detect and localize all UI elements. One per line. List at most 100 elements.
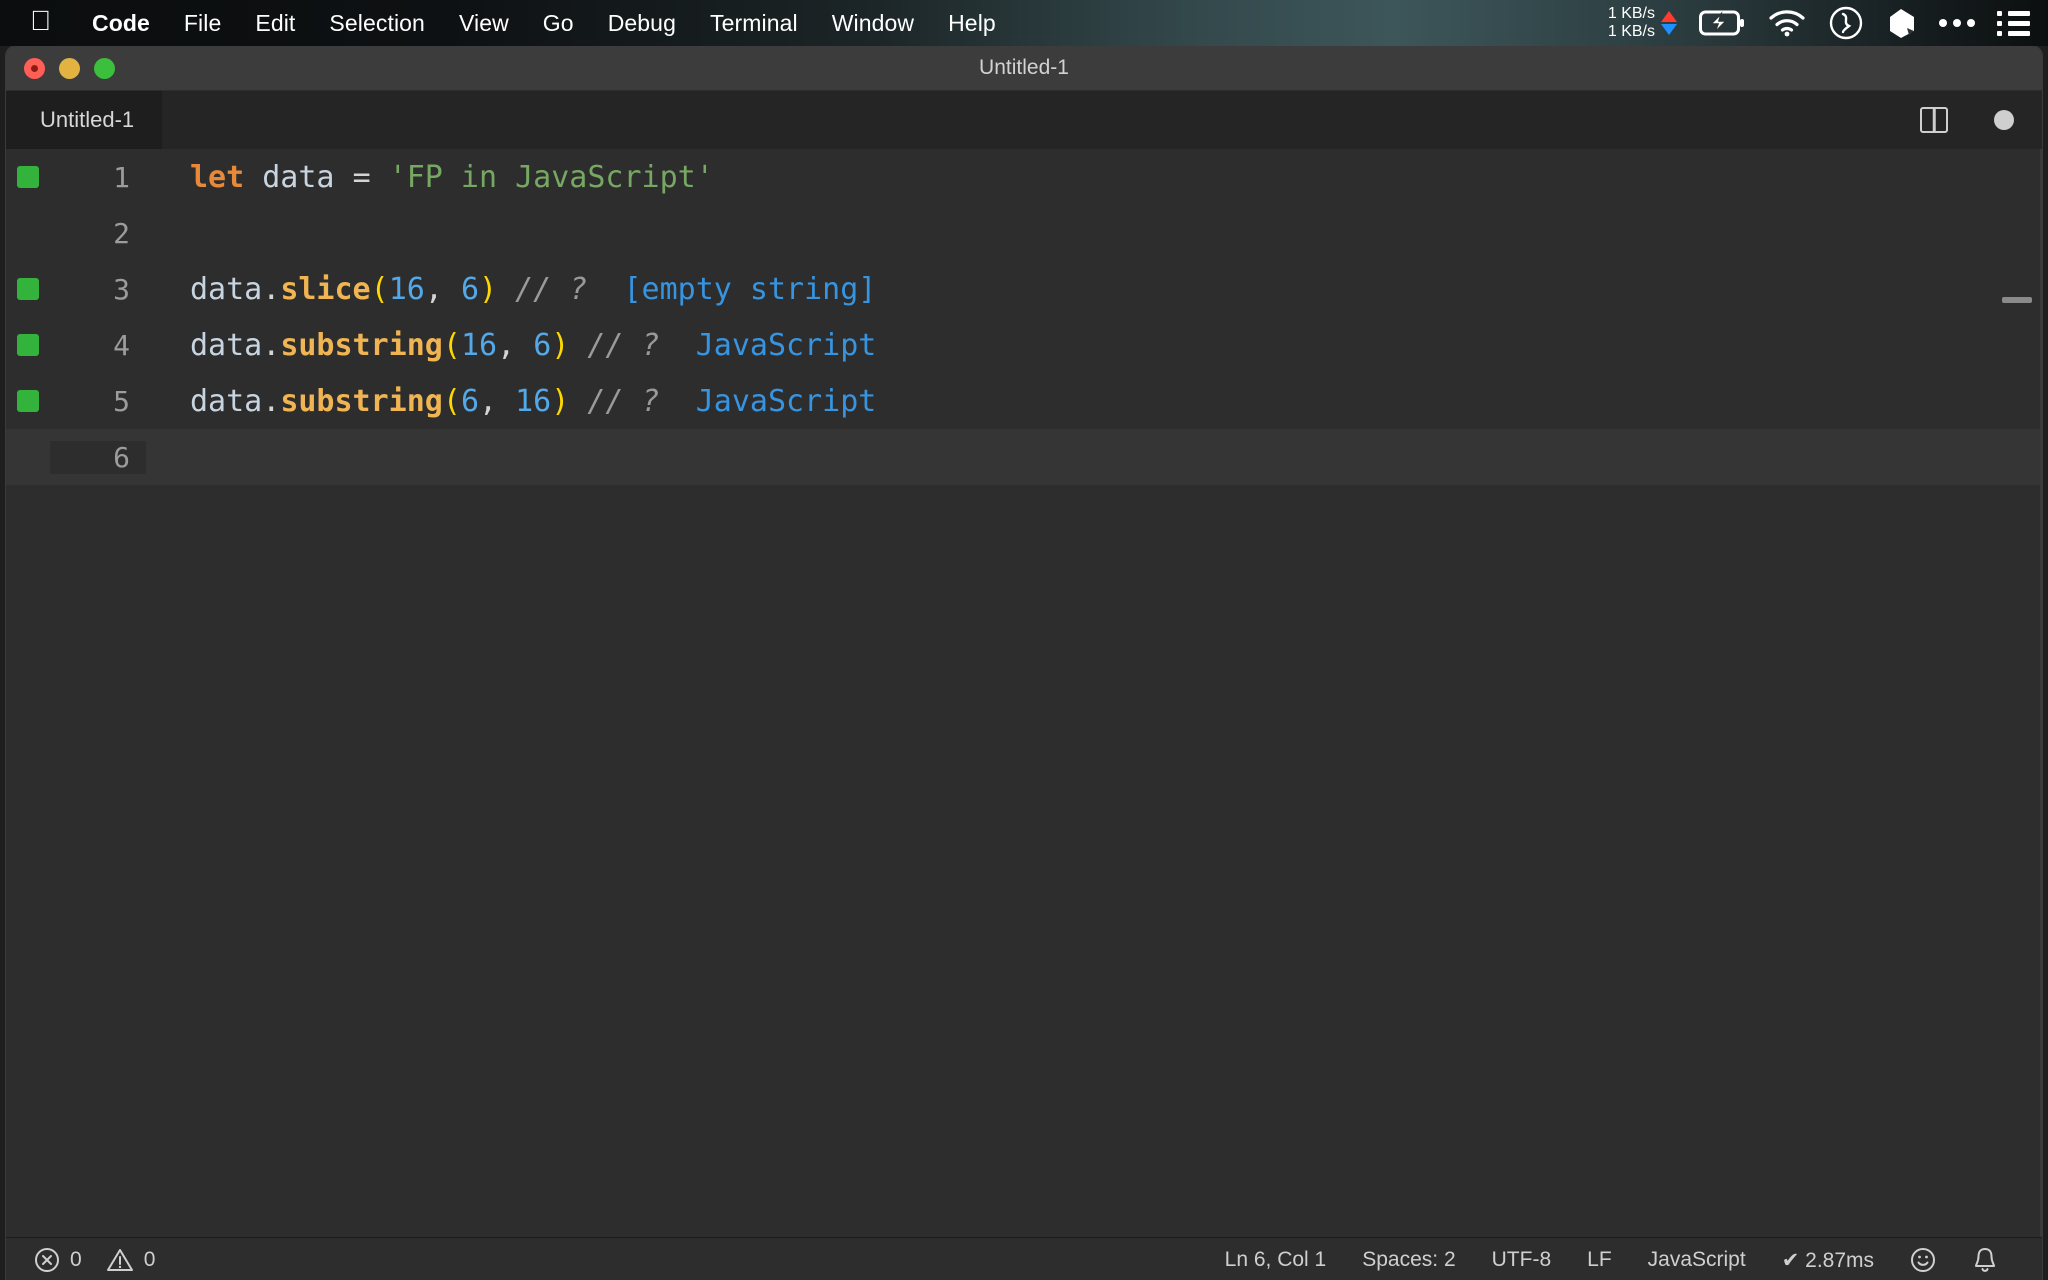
code-editor[interactable]: 1let data = 'FP in JavaScript'23data.sli… (6, 149, 2042, 1237)
editor-tab-bar: Untitled-1 (6, 91, 2042, 149)
line-number: 1 (50, 161, 146, 194)
token (660, 384, 696, 419)
download-arrow-icon (1661, 24, 1677, 35)
token: , (425, 272, 443, 307)
code-line-4[interactable]: 4data.substring(16, 6) // ? JavaScript (6, 317, 2042, 373)
token: 'FP in JavaScript' (389, 160, 714, 195)
menu-item-debug[interactable]: Debug (591, 10, 693, 37)
token: JavaScript (696, 328, 877, 363)
line-number: 3 (50, 273, 146, 306)
status-language-mode[interactable]: JavaScript (1630, 1248, 1764, 1272)
token (587, 272, 623, 307)
status-cursor-position[interactable]: Ln 6, Col 1 (1207, 1248, 1345, 1272)
code-line-6[interactable]: 6 (6, 429, 2042, 485)
status-encoding[interactable]: UTF-8 (1474, 1248, 1570, 1272)
token: ( (443, 384, 461, 419)
error-circle-icon (34, 1247, 60, 1273)
status-line-ending[interactable]: LF (1569, 1248, 1630, 1272)
menu-item-window[interactable]: Window (815, 10, 931, 37)
token (244, 160, 262, 195)
status-quokka-runtime[interactable]: ✔ 2.87ms (1764, 1248, 1892, 1273)
token: data (190, 328, 262, 363)
gutter-marker-slot (6, 278, 50, 300)
gutter-marker-slot (6, 334, 50, 356)
tab-label: Untitled-1 (40, 107, 134, 133)
dropbox-icon[interactable] (1885, 7, 1917, 39)
code-line-5[interactable]: 5data.substring(6, 16) // ? JavaScript (6, 373, 2042, 429)
token: 6 (533, 328, 551, 363)
token: ) (551, 384, 569, 419)
token: data (262, 160, 334, 195)
line-content: data.substring(16, 6) // ? JavaScript (146, 328, 876, 363)
token: ) (551, 328, 569, 363)
status-bar-problems[interactable]: 0 0 (34, 1247, 155, 1273)
token: 16 (461, 328, 497, 363)
token: data (190, 272, 262, 307)
gutter-marker-slot (6, 166, 50, 188)
token: = (353, 160, 371, 195)
gutter-marker-slot (6, 390, 50, 412)
network-speed-indicator[interactable]: 1 KB/s 1 KB/s (1608, 5, 1677, 41)
menu-item-go[interactable]: Go (526, 10, 591, 37)
token: ( (443, 328, 461, 363)
ellipsis-icon[interactable] (1939, 19, 1975, 27)
warning-triangle-icon (106, 1247, 134, 1273)
status-bar: 0 0 Ln 6, Col 1Spaces: 2UTF-8LFJavaScrip… (6, 1237, 2042, 1280)
line-number: 6 (50, 441, 146, 474)
apple-logo-icon[interactable]:  (30, 7, 51, 35)
window-title-bar: Untitled-1 (6, 46, 2042, 91)
editor-scrollbar-thumb[interactable] (2002, 297, 2032, 303)
menu-item-view[interactable]: View (442, 10, 526, 37)
split-editor-icon[interactable] (1920, 107, 1948, 133)
token: // ? (587, 328, 659, 363)
menu-bar-status-area: 1 KB/s 1 KB/s (1586, 0, 2048, 46)
token: substring (280, 328, 443, 363)
token: data (190, 384, 262, 419)
token (371, 160, 389, 195)
clock-icon[interactable] (1829, 6, 1863, 40)
token: JavaScript (696, 384, 877, 419)
token: . (262, 272, 280, 307)
menu-item-terminal[interactable]: Terminal (693, 10, 815, 37)
code-line-3[interactable]: 3data.slice(16, 6) // ? [empty string] (6, 261, 2042, 317)
code-line-2[interactable]: 2 (6, 205, 2042, 261)
network-arrows (1661, 11, 1677, 35)
token (335, 160, 353, 195)
menu-item-selection[interactable]: Selection (312, 10, 442, 37)
screen:  CodeFileEditSelectionViewGoDebugTermin… (0, 0, 2048, 1280)
menu-item-edit[interactable]: Edit (238, 10, 312, 37)
token (569, 328, 587, 363)
battery-charging-icon[interactable] (1699, 10, 1745, 36)
network-upload-speed: 1 KB/s (1608, 5, 1655, 23)
editor-scrollbar-track[interactable] (2040, 149, 2042, 1237)
upload-arrow-icon (1661, 11, 1677, 22)
token: 16 (389, 272, 425, 307)
status-bar-right: Ln 6, Col 1Spaces: 2UTF-8LFJavaScript✔ 2… (1207, 1246, 2016, 1274)
menu-item-help[interactable]: Help (931, 10, 1013, 37)
bell-icon[interactable] (1954, 1246, 2016, 1274)
status-indentation[interactable]: Spaces: 2 (1344, 1248, 1473, 1272)
macos-menu-bar:  CodeFileEditSelectionViewGoDebugTermin… (0, 0, 2048, 46)
menu-item-code[interactable]: Code (75, 10, 167, 37)
list-icon[interactable] (1997, 11, 2030, 36)
unsaved-dot-icon[interactable] (1994, 110, 2014, 130)
token: slice (280, 272, 370, 307)
token: substring (280, 384, 443, 419)
line-content: data.slice(16, 6) // ? [empty string] (146, 272, 876, 307)
token: 6 (461, 384, 479, 419)
tab-untitled-1[interactable]: Untitled-1 (6, 91, 162, 149)
window-title: Untitled-1 (6, 56, 2042, 80)
wifi-icon[interactable] (1767, 9, 1807, 37)
code-line-1[interactable]: 1let data = 'FP in JavaScript' (6, 149, 2042, 205)
token: ) (479, 272, 497, 307)
line-content: let data = 'FP in JavaScript' (146, 160, 714, 195)
quokka-live-marker-icon (17, 166, 39, 188)
network-download-speed: 1 KB/s (1608, 23, 1655, 41)
error-count: 0 (70, 1248, 82, 1272)
menu-item-file[interactable]: File (167, 10, 238, 37)
menu-items: CodeFileEditSelectionViewGoDebugTerminal… (75, 10, 1013, 37)
line-number: 4 (50, 329, 146, 362)
smiley-icon[interactable] (1892, 1247, 1954, 1273)
token (497, 272, 515, 307)
warning-count: 0 (144, 1248, 156, 1272)
